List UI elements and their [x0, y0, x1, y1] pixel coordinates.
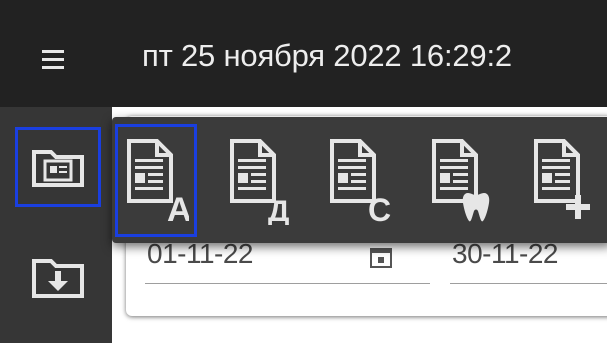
- menu-icon-bar: [42, 66, 64, 69]
- menu-icon: [42, 50, 64, 53]
- date-to-underline: [450, 283, 607, 284]
- document-a-letter: А: [167, 191, 189, 225]
- menu-button[interactable]: [36, 48, 76, 78]
- document-add-button[interactable]: [522, 124, 604, 237]
- document-tooth-icon: [432, 138, 490, 221]
- sidebar-item-documents[interactable]: [15, 127, 101, 207]
- calendar-icon[interactable]: [370, 248, 392, 268]
- document-d-letter: Д: [268, 195, 289, 225]
- document-a-icon: А: [127, 138, 189, 225]
- document-type-menu: А Д С: [112, 117, 607, 243]
- document-c-button[interactable]: С: [318, 124, 400, 237]
- document-add-icon: [534, 138, 590, 219]
- document-a-button[interactable]: А: [115, 124, 197, 237]
- folder-download-icon: [32, 259, 84, 298]
- menu-icon-bar: [42, 58, 64, 61]
- document-d-icon: Д: [230, 138, 289, 225]
- top-app-bar: пт 25 ноября 2022 16:29:2: [0, 0, 607, 107]
- folder-document-icon: [32, 150, 84, 187]
- page-title: пт 25 ноября 2022 16:29:2: [142, 38, 512, 73]
- document-c-icon: С: [330, 138, 391, 225]
- sidebar: [0, 107, 112, 343]
- document-c-letter: С: [368, 192, 391, 225]
- document-tooth-button[interactable]: [420, 124, 502, 237]
- date-from-underline: [145, 283, 430, 284]
- document-d-button[interactable]: Д: [218, 124, 300, 237]
- sidebar-item-download[interactable]: [15, 237, 101, 317]
